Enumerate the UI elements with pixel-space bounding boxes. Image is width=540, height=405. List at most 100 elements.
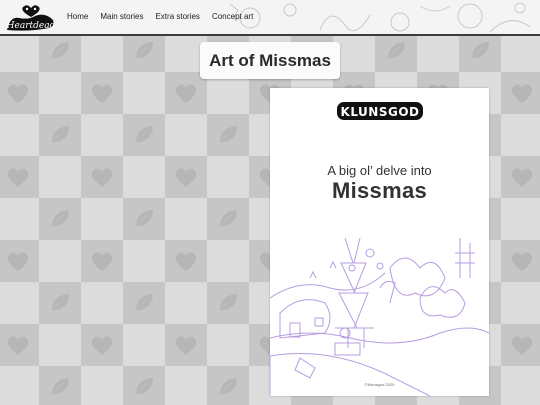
- background-tile: [459, 36, 501, 72]
- background-tile: [39, 282, 81, 324]
- background-tile: [417, 36, 459, 72]
- heart-icon: [7, 336, 29, 355]
- background-tile: [207, 240, 249, 282]
- background-tile: [165, 240, 207, 282]
- nav-concept-art[interactable]: Concept art: [212, 12, 253, 21]
- background-tile: [81, 114, 123, 156]
- background-tile: [39, 114, 81, 156]
- background-tile: [39, 198, 81, 240]
- page-title-box: Art of Missmas: [200, 42, 340, 79]
- background-tile: [501, 156, 540, 198]
- background-tile: [39, 156, 81, 198]
- background-tile: [0, 36, 39, 72]
- background-tile: [81, 72, 123, 114]
- background-tile: [375, 36, 417, 72]
- background-tile: [81, 324, 123, 366]
- leaf-icon: [51, 125, 70, 143]
- doodle-decoration: [229, 2, 531, 33]
- background-tile: [123, 324, 165, 366]
- background-tile: [123, 72, 165, 114]
- background-tile: [123, 366, 165, 405]
- heart-icon: [91, 252, 113, 271]
- heart-icon: [175, 336, 197, 355]
- background-tile: [165, 72, 207, 114]
- leaf-icon: [51, 41, 70, 59]
- background-tile: [165, 156, 207, 198]
- cover-subtitle: A big ol’ delve into: [327, 163, 432, 178]
- leaf-icon: [387, 41, 406, 59]
- background-tile: [0, 198, 39, 240]
- background-tile: [0, 366, 39, 405]
- leaf-icon: [135, 41, 154, 59]
- nav-extra-stories[interactable]: Extra stories: [155, 12, 199, 21]
- heart-icon: [511, 252, 533, 271]
- background-tile: [207, 282, 249, 324]
- background-tile: [81, 156, 123, 198]
- heart-eyes-logo[interactable]: Heartdead: [5, 4, 57, 32]
- background-tile: [39, 324, 81, 366]
- background-tile: [39, 366, 81, 405]
- background-tile: [123, 36, 165, 72]
- leaf-icon: [219, 377, 238, 395]
- top-navbar: Heartdead Home Main stories Extra storie…: [0, 0, 540, 36]
- background-tile: [0, 114, 39, 156]
- background-tile: [501, 114, 540, 156]
- background-tile: [207, 198, 249, 240]
- main-nav: Home Main stories Extra stories Concept …: [67, 12, 253, 21]
- background-tile: [81, 366, 123, 405]
- background-tile: [0, 240, 39, 282]
- heart-icon: [91, 336, 113, 355]
- heart-icon: [7, 168, 29, 187]
- leaf-icon: [135, 209, 154, 227]
- heart-icon: [7, 84, 29, 103]
- background-tile: [81, 240, 123, 282]
- leaf-icon: [51, 377, 70, 395]
- background-tile: [207, 156, 249, 198]
- background-tile: [501, 324, 540, 366]
- background-tile: [0, 156, 39, 198]
- background-tile: [0, 324, 39, 366]
- missmas-illustration: [270, 237, 489, 396]
- background-tile: [81, 198, 123, 240]
- nav-main-stories[interactable]: Main stories: [100, 12, 143, 21]
- heart-icon: [175, 84, 197, 103]
- leaf-icon: [471, 41, 490, 59]
- heart-icon: [175, 168, 197, 187]
- background-tile: [123, 240, 165, 282]
- leaf-icon: [219, 209, 238, 227]
- leaf-icon: [51, 209, 70, 227]
- heart-icon: [511, 168, 533, 187]
- background-tile: [207, 324, 249, 366]
- background-tile: [123, 282, 165, 324]
- background-tile: [207, 366, 249, 405]
- background-tile: [501, 36, 540, 72]
- heart-icon: [91, 168, 113, 187]
- leaf-icon: [135, 293, 154, 311]
- book-cover[interactable]: KLUNSGOD A big ol’ delve into Missmas ©K…: [270, 88, 489, 396]
- background-tile: [39, 72, 81, 114]
- background-tile: [501, 240, 540, 282]
- background-tile: [39, 240, 81, 282]
- leaf-icon: [135, 377, 154, 395]
- background-tile: [501, 198, 540, 240]
- background-tile: [501, 72, 540, 114]
- logo-text: Heartdead: [6, 21, 56, 31]
- leaf-icon: [51, 293, 70, 311]
- background-tile: [501, 282, 540, 324]
- background-tile: [81, 282, 123, 324]
- background-tile: [165, 282, 207, 324]
- leaf-icon: [219, 293, 238, 311]
- page-title: Art of Missmas: [209, 50, 331, 70]
- background-tile: [165, 198, 207, 240]
- background-tile: [165, 324, 207, 366]
- background-tile: [165, 366, 207, 405]
- heart-icon: [91, 84, 113, 103]
- leaf-icon: [135, 125, 154, 143]
- background-tile: [207, 114, 249, 156]
- cover-title: Missmas: [331, 178, 428, 203]
- background-tile: [165, 114, 207, 156]
- nav-home[interactable]: Home: [67, 12, 88, 21]
- background-tile: [0, 282, 39, 324]
- background-tile: [81, 36, 123, 72]
- heart-icon: [511, 84, 533, 103]
